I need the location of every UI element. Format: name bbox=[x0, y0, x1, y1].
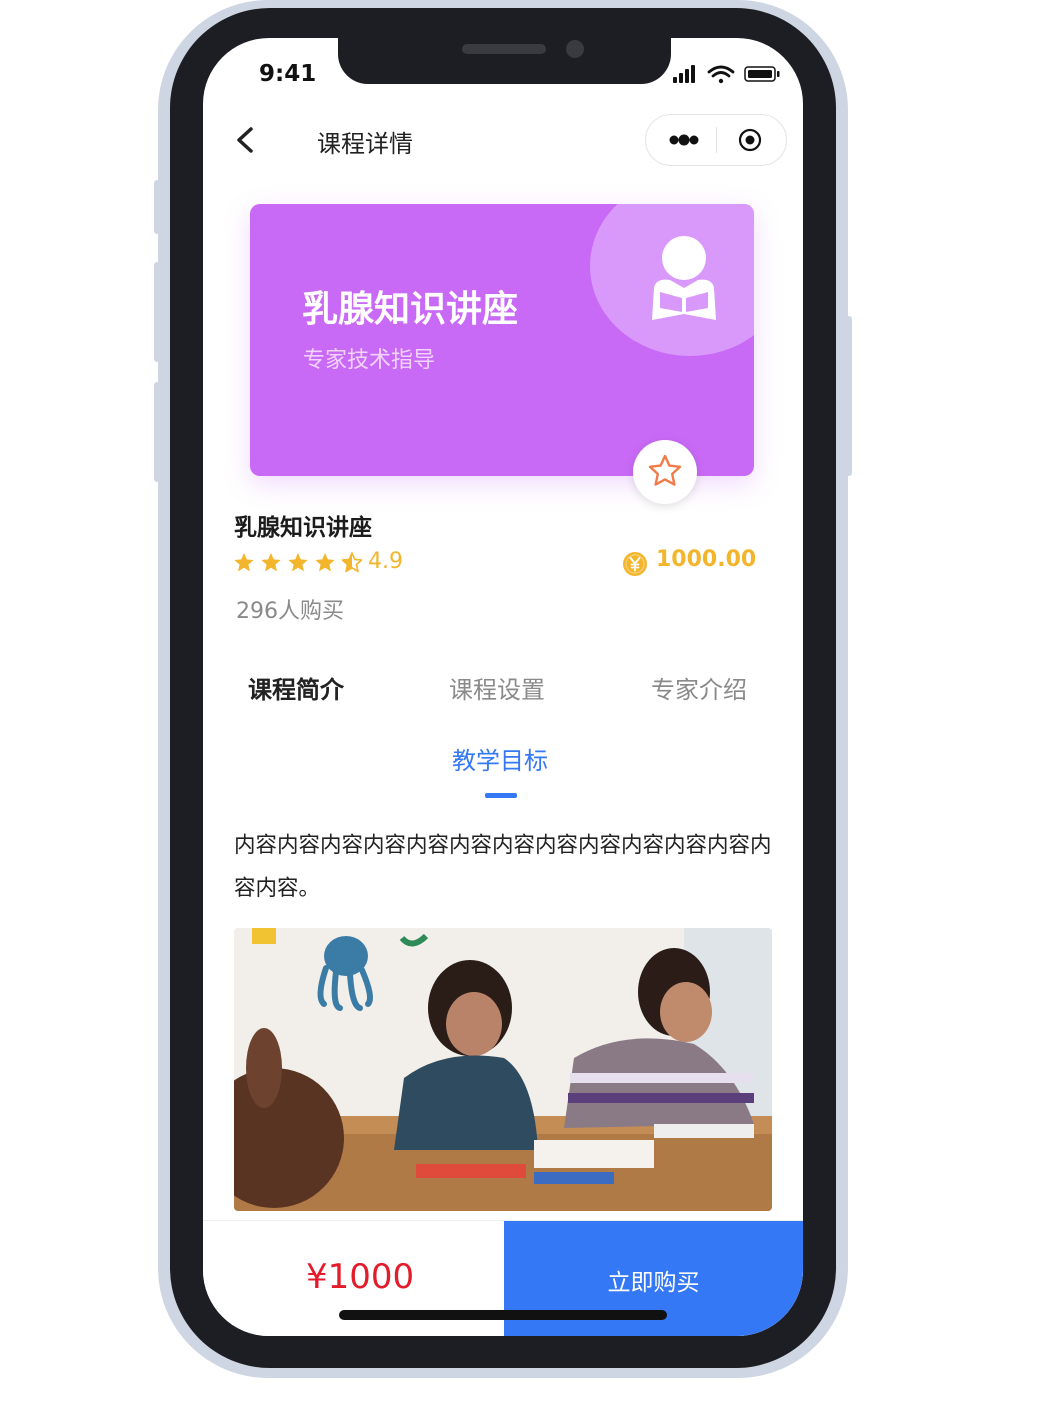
banner-title: 乳腺知识讲座 bbox=[302, 289, 519, 330]
tab-course-settings[interactable]: 课程设置 bbox=[449, 670, 545, 705]
favorite-button[interactable] bbox=[633, 440, 697, 504]
classroom-photo bbox=[234, 928, 772, 1211]
status-time: 9:41 bbox=[259, 61, 317, 87]
bottom-price: ¥1000 bbox=[306, 1257, 415, 1297]
reading-person-icon bbox=[652, 236, 716, 320]
home-indicator bbox=[339, 1310, 667, 1320]
back-arrow-icon[interactable] bbox=[233, 125, 257, 155]
coin-icon bbox=[623, 552, 647, 576]
more-icon[interactable] bbox=[666, 130, 702, 150]
star-icon bbox=[234, 553, 254, 572]
section-title: 教学目标 bbox=[452, 747, 548, 775]
half-star-icon bbox=[341, 552, 363, 573]
mute-switch bbox=[154, 180, 160, 234]
page-title: 课程详情 bbox=[317, 130, 413, 158]
notch bbox=[338, 38, 671, 84]
capsule-menu bbox=[645, 114, 787, 166]
star-icon bbox=[315, 553, 335, 572]
buy-now-label: 立即购买 bbox=[607, 1270, 700, 1296]
star-icon bbox=[288, 553, 308, 572]
phone-screen: 9:41 课程详情 乳腺知识讲座 专家技术指导 乳腺知识讲座 4.9 1000.… bbox=[203, 38, 803, 1336]
capsule-divider bbox=[716, 127, 717, 153]
wifi-icon bbox=[707, 65, 735, 84]
battery-icon bbox=[744, 66, 780, 82]
course-name: 乳腺知识讲座 bbox=[234, 515, 372, 541]
speaker bbox=[462, 44, 546, 54]
course-price: 1000.00 bbox=[656, 547, 757, 572]
signal-icon bbox=[673, 65, 695, 83]
banner-subtitle: 专家技术指导 bbox=[303, 348, 436, 373]
rating-score: 4.9 bbox=[368, 549, 403, 574]
section-content: 内容内容内容内容内容内容内容内容内容内容内容内容内容内容。 bbox=[234, 833, 772, 901]
power-button bbox=[846, 316, 852, 476]
close-miniprogram-icon[interactable] bbox=[738, 128, 762, 152]
tab-course-intro[interactable]: 课程简介 bbox=[248, 670, 344, 705]
volume-down-button bbox=[154, 382, 160, 482]
volume-up-button bbox=[154, 262, 160, 362]
star-outline-icon bbox=[648, 454, 682, 486]
star-icon bbox=[261, 553, 281, 572]
rating-stars bbox=[234, 552, 363, 573]
camera bbox=[566, 40, 584, 58]
section-underline bbox=[485, 793, 517, 798]
buyers-count: 296人购买 bbox=[236, 599, 344, 624]
course-banner: 乳腺知识讲座 专家技术指导 bbox=[250, 204, 754, 476]
tab-expert-intro[interactable]: 专家介绍 bbox=[651, 670, 747, 705]
status-icons bbox=[673, 65, 780, 84]
